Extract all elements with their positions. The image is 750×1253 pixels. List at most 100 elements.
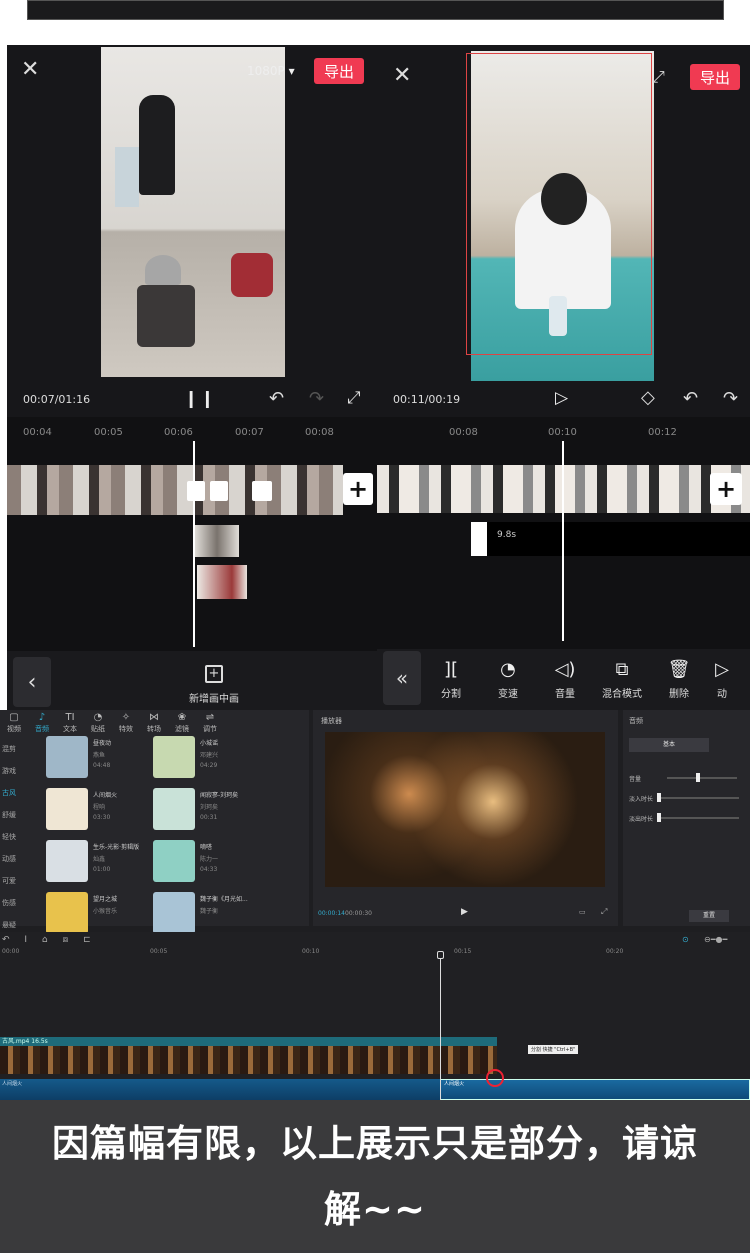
undo-icon[interactable]: ↶	[683, 388, 698, 409]
playhead[interactable]	[562, 441, 564, 641]
tab-audio[interactable]: ♪ 音频	[28, 712, 56, 734]
add-clip-button[interactable]: +	[343, 473, 373, 505]
clip-handle[interactable]	[210, 481, 228, 501]
playhead-handle[interactable]	[437, 951, 444, 959]
red-stool	[231, 253, 273, 297]
left-phone-editor: ✕ 1080P ▾ 导出 00:07/01:16 ❙❙ ↶ ↷ ⤢ 00:04 …	[7, 45, 377, 710]
play-icon[interactable]: ▷	[555, 388, 568, 408]
reset-button[interactable]: 重置	[689, 910, 729, 922]
pause-icon[interactable]: ❙❙	[184, 389, 217, 409]
zoom-slider[interactable]: ⊖━●━	[704, 935, 727, 944]
stool	[137, 285, 195, 347]
tab-transition[interactable]: ⋈ 转场	[140, 712, 168, 734]
close-icon[interactable]: ✕	[21, 57, 39, 82]
category-item[interactable]: 舒缓	[0, 804, 36, 826]
music-item[interactable]: 小城谣 邓建兴 04:29	[153, 736, 253, 784]
fade-out-label: 淡出时长	[629, 816, 654, 823]
music-item[interactable]: 嘀嗒 陈力一 04:33	[153, 840, 253, 888]
audio-clip-label: 人间烟火	[2, 1081, 23, 1087]
water-dispenser	[115, 147, 139, 207]
fade-out-slider[interactable]	[659, 817, 739, 819]
delete-icon: 🗑	[667, 659, 691, 680]
crop-frame[interactable]	[466, 53, 652, 355]
tab-filter[interactable]: ❀ 滤镜	[168, 712, 196, 734]
export-button[interactable]: 导出	[314, 58, 364, 84]
category-item[interactable]: 游戏	[0, 760, 36, 782]
caption-text: 因篇幅有限，以上展示只是部分，请谅解~~	[52, 1121, 698, 1231]
volume-button[interactable]: ◁) 音量	[541, 659, 589, 700]
close-icon[interactable]: ✕	[393, 63, 411, 88]
collapse-button[interactable]: «	[383, 651, 421, 705]
category-item[interactable]: 混剪	[0, 738, 36, 760]
fade-in-slider[interactable]	[659, 797, 739, 799]
tab-effects[interactable]: ✧ 特效	[112, 712, 140, 734]
redo-icon[interactable]: ↷	[309, 388, 324, 409]
fullscreen-icon[interactable]: ⤢	[601, 907, 607, 917]
clip-handle[interactable]	[187, 481, 205, 501]
add-clip-button[interactable]: +	[710, 473, 742, 505]
undo-icon[interactable]: ↶	[269, 388, 284, 409]
tab-text[interactable]: TI 文本	[56, 712, 84, 734]
blend-mode-button[interactable]: ⧉ 混合模式	[598, 659, 646, 700]
category-item[interactable]: 轻快	[0, 826, 36, 848]
audio-clip-label: 人间烟火	[444, 1081, 465, 1087]
tab-adjust[interactable]: ⇌ 调节	[196, 712, 224, 734]
props-title: 音频	[629, 717, 643, 725]
category-item[interactable]: 伤感	[0, 892, 36, 914]
resolution-dropdown[interactable]: 1080P ▾	[247, 64, 295, 78]
speed-icon: ◔	[500, 659, 516, 680]
slider-thumb[interactable]	[696, 773, 700, 782]
ratio-icon[interactable]: ▭	[579, 908, 586, 916]
keyframe-icon[interactable]: ◇	[641, 387, 655, 408]
delete-button[interactable]: 🗑 删除	[655, 659, 703, 700]
player-panel: 播放器 00:00:14 00:00:30 ▶ ▭ ⤢	[313, 710, 618, 926]
player-total: 00:00:30	[345, 910, 372, 917]
pip-clip[interactable]	[197, 565, 247, 599]
category-item[interactable]: 古风	[0, 782, 36, 804]
animation-button[interactable]: ▷ 动	[712, 659, 732, 700]
add-pip-label[interactable]: 新增画中画	[189, 690, 239, 705]
desktop-timeline[interactable]: ↶ I ⌂ ⧈ ⊏ ⊙ ⊖━●━ 00:00 00:05 00:10 00:15…	[0, 932, 750, 1100]
play-icon[interactable]: ▶	[461, 907, 468, 917]
animation-icon: ▷	[715, 659, 729, 680]
category-item[interactable]: 可爱	[0, 870, 36, 892]
split-icon: ][	[443, 659, 459, 680]
time-tick: 00:10	[548, 427, 577, 438]
speed-button[interactable]: ◔ 变速	[484, 659, 532, 700]
fullscreen-icon[interactable]: ⤢	[347, 388, 361, 408]
video-clip[interactable]	[0, 1046, 497, 1074]
export-button[interactable]: 导出	[690, 64, 740, 90]
pip-add-icon[interactable]: +	[205, 665, 223, 683]
playhead[interactable]	[440, 958, 441, 1100]
timeline-tick: 00:00	[2, 948, 20, 955]
music-item[interactable]: 生乐-光影·剪辑版 灿鑫 01:00	[46, 840, 146, 888]
time-tick: 00:08	[305, 427, 334, 438]
timeline-tools[interactable]: ↶ I ⌂ ⧈ ⊏	[2, 935, 97, 945]
time-tick: 00:12	[648, 427, 677, 438]
fullscreen-icon[interactable]: ⤢	[652, 67, 665, 87]
redo-icon[interactable]: ↷	[723, 388, 738, 409]
album-cover	[46, 788, 88, 830]
split-button[interactable]: ][分割	[427, 659, 475, 700]
tab-basic[interactable]: 基本	[629, 738, 709, 752]
back-button[interactable]: ‹	[13, 657, 51, 707]
music-item[interactable]: 人间烟火 程响 03:30	[46, 788, 146, 836]
video-track[interactable]	[7, 465, 343, 515]
time-tick: 00:05	[94, 427, 123, 438]
timeline-tick: 00:10	[302, 948, 320, 955]
link-icon[interactable]: ⊙	[682, 935, 689, 944]
music-item[interactable]: 昼夜动 燕鱼 04:48	[46, 736, 146, 784]
audio-clip[interactable]	[0, 1079, 440, 1100]
album-cover	[46, 840, 88, 882]
clip-handle[interactable]	[252, 481, 272, 501]
tab-video[interactable]: ▢ 视频	[0, 712, 28, 734]
tab-sticker[interactable]: ◔ 贴纸	[84, 712, 112, 734]
playhead[interactable]	[193, 441, 195, 647]
slider-thumb[interactable]	[657, 813, 661, 822]
volume-slider[interactable]	[667, 777, 737, 779]
slider-thumb[interactable]	[657, 793, 661, 802]
music-item[interactable]: 闻寂寥-刘珂矣 刘珂矣 00:31	[153, 788, 253, 836]
category-item[interactable]: 动感	[0, 848, 36, 870]
pip-clip[interactable]	[195, 525, 239, 557]
volume-label: 音量	[629, 776, 642, 783]
